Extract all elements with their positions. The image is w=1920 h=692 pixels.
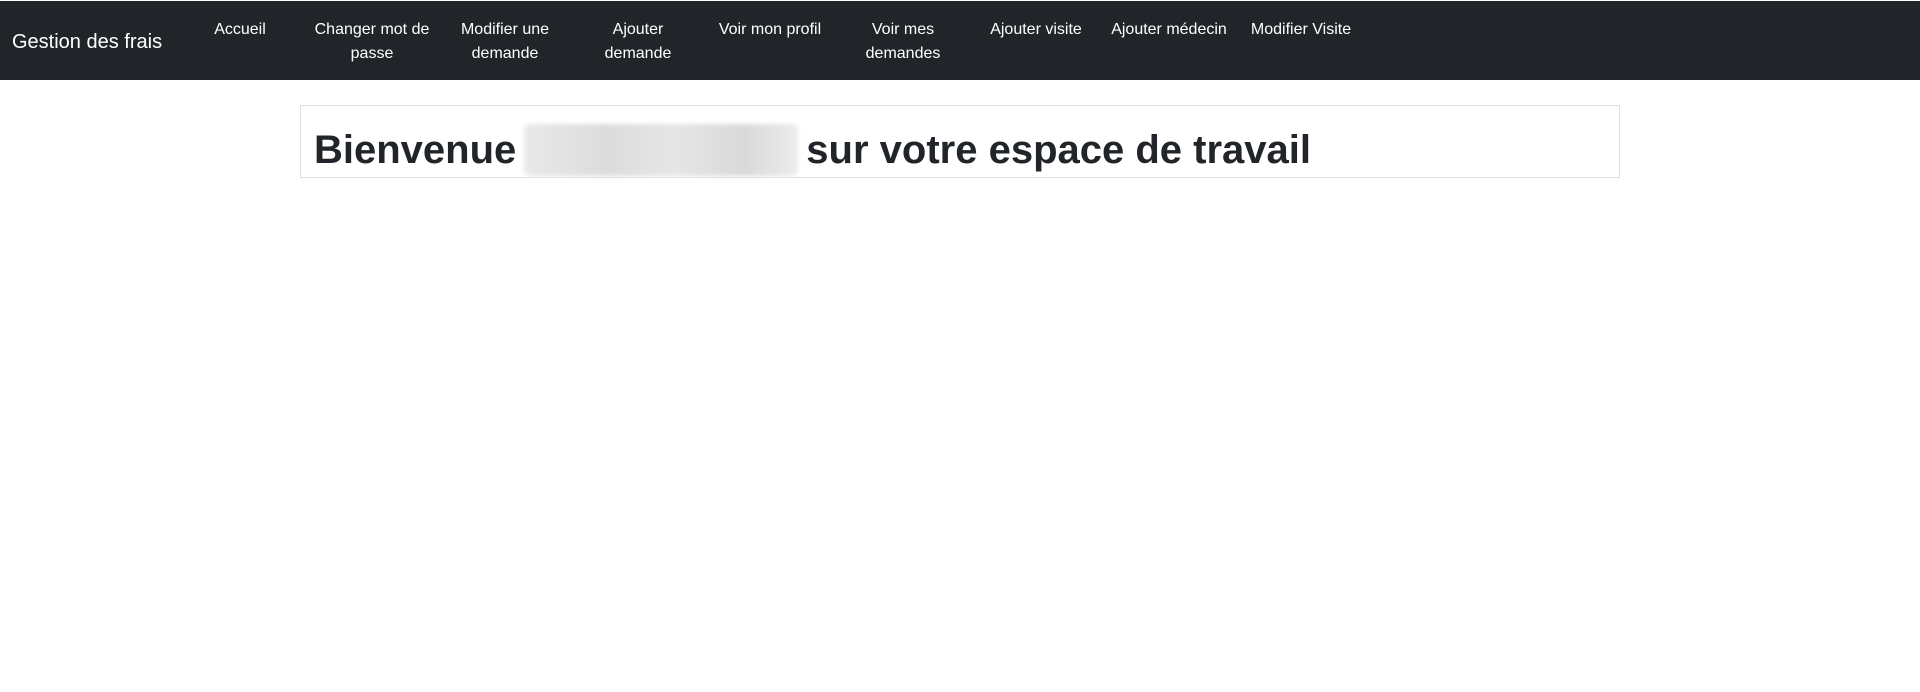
nav-item-voir-mon-profil[interactable]: Voir mon profil [706,18,834,42]
nav-item-accueil[interactable]: Accueil [200,18,280,42]
nav-item-modifier-visite[interactable]: Modifier Visite [1240,18,1362,42]
welcome-card: Bienvenue sur votre espace de travail [300,105,1620,178]
nav-item-ajouter-demande[interactable]: Ajouter demande [588,18,688,66]
navbar: Gestion des frais Accueil Changer mot de… [0,1,1920,80]
nav-item-changer-mot-de-passe[interactable]: Changer mot de passe [308,18,436,66]
welcome-heading: Bienvenue sur votre espace de travail [314,124,1311,176]
nav-item-ajouter-visite[interactable]: Ajouter visite [975,18,1097,42]
nav-item-ajouter-medecin[interactable]: Ajouter médecin [1100,18,1238,42]
welcome-suffix: sur votre espace de travail [806,128,1312,172]
nav-list: Accueil Changer mot de passe Modifier un… [0,1,1920,80]
nav-item-voir-mes-demandes[interactable]: Voir mes demandes [853,18,953,66]
redacted-user-name [524,124,799,176]
welcome-prefix: Bienvenue [314,128,517,172]
nav-item-modifier-une-demande[interactable]: Modifier une demande [450,18,560,66]
